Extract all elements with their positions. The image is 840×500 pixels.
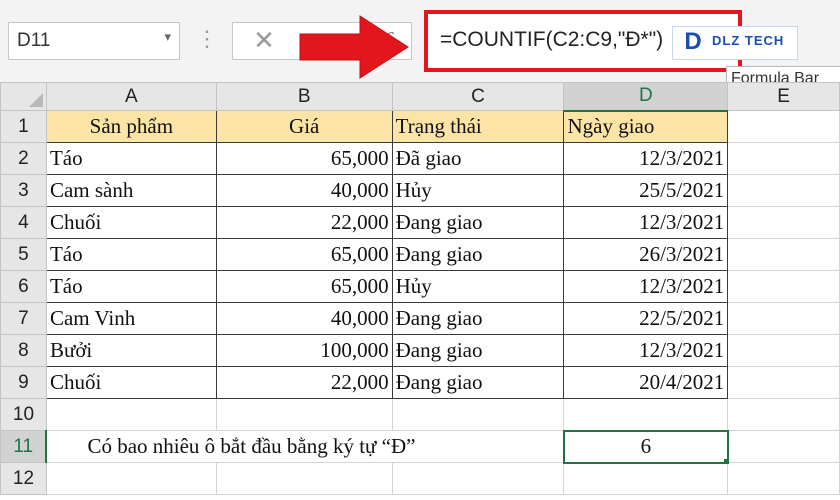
header-cell[interactable]: Sản phẩm bbox=[45, 110, 217, 143]
cell[interactable]: Đang giao bbox=[391, 302, 565, 335]
row-header[interactable]: 12 bbox=[0, 462, 47, 495]
cell[interactable]: 20/4/2021 bbox=[563, 366, 729, 399]
cell[interactable] bbox=[563, 398, 729, 431]
cell[interactable] bbox=[727, 398, 840, 431]
column-header-d[interactable]: D bbox=[563, 82, 729, 112]
cell[interactable]: 12/3/2021 bbox=[563, 334, 729, 367]
splitter-dots-icon[interactable]: ⋮ bbox=[196, 24, 218, 58]
name-box[interactable]: D11 ▾ bbox=[8, 22, 180, 60]
summary-result-cell[interactable]: 6 bbox=[562, 429, 729, 464]
row-header[interactable]: 3 bbox=[0, 174, 47, 207]
header-cell[interactable]: Trạng thái bbox=[391, 110, 565, 143]
row-header[interactable]: 2 bbox=[0, 142, 47, 175]
spreadsheet-grid: A B C D E 1 Sản phẩm Giá Trạng thái Ngày… bbox=[0, 82, 840, 495]
row-header[interactable]: 6 bbox=[0, 270, 47, 303]
cell[interactable]: 65,000 bbox=[215, 142, 393, 175]
cell[interactable] bbox=[45, 398, 217, 431]
cell[interactable]: Đang giao bbox=[391, 366, 565, 399]
cell[interactable] bbox=[727, 334, 840, 367]
cell[interactable]: 65,000 bbox=[215, 270, 393, 303]
cell[interactable]: Đã giao bbox=[391, 142, 565, 175]
select-all-corner[interactable] bbox=[0, 82, 47, 111]
cell[interactable]: Hủy bbox=[391, 174, 565, 207]
cell[interactable]: Táo bbox=[45, 238, 217, 271]
row-header[interactable]: 9 bbox=[0, 366, 47, 399]
cell[interactable]: Đang giao bbox=[391, 206, 565, 239]
row-header[interactable]: 7 bbox=[0, 302, 47, 335]
column-header-e[interactable]: E bbox=[727, 82, 840, 111]
cell[interactable] bbox=[727, 110, 840, 143]
cell[interactable]: Cam Vinh bbox=[45, 302, 217, 335]
cell[interactable]: Chuối bbox=[45, 206, 217, 239]
name-box-value: D11 bbox=[17, 30, 51, 51]
cell[interactable]: Bưởi bbox=[45, 334, 217, 367]
cell[interactable] bbox=[727, 270, 840, 303]
cell[interactable] bbox=[215, 398, 393, 431]
cell[interactable]: 12/3/2021 bbox=[563, 270, 729, 303]
chevron-down-icon[interactable]: ▾ bbox=[164, 29, 171, 45]
cell[interactable]: Chuối bbox=[45, 366, 217, 399]
cell[interactable] bbox=[563, 462, 729, 495]
logo-mark: D bbox=[684, 28, 702, 55]
cell[interactable]: 22/5/2021 bbox=[563, 302, 729, 335]
cell[interactable] bbox=[727, 462, 840, 495]
cell[interactable]: 12/3/2021 bbox=[563, 142, 729, 175]
cell[interactable]: Đang giao bbox=[391, 238, 565, 271]
header-cell[interactable]: Ngày giao bbox=[563, 110, 729, 143]
cell[interactable]: 12/3/2021 bbox=[563, 206, 729, 239]
cell[interactable] bbox=[727, 206, 840, 239]
arrow-right-icon bbox=[299, 15, 409, 79]
row-header[interactable]: 10 bbox=[0, 398, 47, 431]
cell[interactable]: 25/5/2021 bbox=[563, 174, 729, 207]
cell[interactable]: 65,000 bbox=[215, 238, 393, 271]
cell[interactable] bbox=[391, 462, 565, 495]
logo-text: DLZ TECH bbox=[712, 33, 785, 48]
column-header-a[interactable]: A bbox=[45, 82, 217, 111]
cell[interactable] bbox=[727, 430, 840, 463]
header-cell[interactable]: Giá bbox=[215, 110, 393, 143]
column-header-b[interactable]: B bbox=[215, 82, 393, 111]
cell[interactable]: Đang giao bbox=[391, 334, 565, 367]
row-header[interactable]: 8 bbox=[0, 334, 47, 367]
cell[interactable]: Cam sành bbox=[45, 174, 217, 207]
summary-question-cell[interactable]: Có bao nhiêu ô bắt đầu bằng ký tự “Đ” bbox=[45, 430, 565, 463]
cell[interactable]: 40,000 bbox=[215, 302, 393, 335]
row-header[interactable]: 4 bbox=[0, 206, 47, 239]
cell[interactable]: Táo bbox=[45, 270, 217, 303]
formula-text: =COUNTIF(C2:C9,"Đ*") bbox=[440, 28, 664, 51]
cell[interactable] bbox=[45, 462, 217, 495]
cell[interactable] bbox=[391, 398, 565, 431]
result-value: 6 bbox=[640, 434, 652, 458]
cell[interactable]: Hủy bbox=[391, 270, 565, 303]
cell[interactable]: 22,000 bbox=[215, 206, 393, 239]
cell[interactable]: 100,000 bbox=[215, 334, 393, 367]
cell[interactable]: 22,000 bbox=[215, 366, 393, 399]
cell[interactable] bbox=[727, 366, 840, 399]
row-header[interactable]: 1 bbox=[0, 110, 47, 143]
fill-handle[interactable] bbox=[722, 457, 726, 461]
row-header[interactable]: 5 bbox=[0, 238, 47, 271]
cell[interactable] bbox=[727, 302, 840, 335]
cell[interactable]: Táo bbox=[45, 142, 217, 175]
cancel-icon[interactable]: ✕ bbox=[250, 24, 278, 56]
cell[interactable] bbox=[727, 142, 840, 175]
cell[interactable]: 26/3/2021 bbox=[563, 238, 729, 271]
cell[interactable] bbox=[727, 174, 840, 207]
row-header[interactable]: 11 bbox=[0, 430, 48, 463]
column-header-c[interactable]: C bbox=[391, 82, 565, 111]
cell[interactable]: 40,000 bbox=[215, 174, 393, 207]
cell[interactable] bbox=[215, 462, 393, 495]
cell[interactable] bbox=[727, 238, 840, 271]
